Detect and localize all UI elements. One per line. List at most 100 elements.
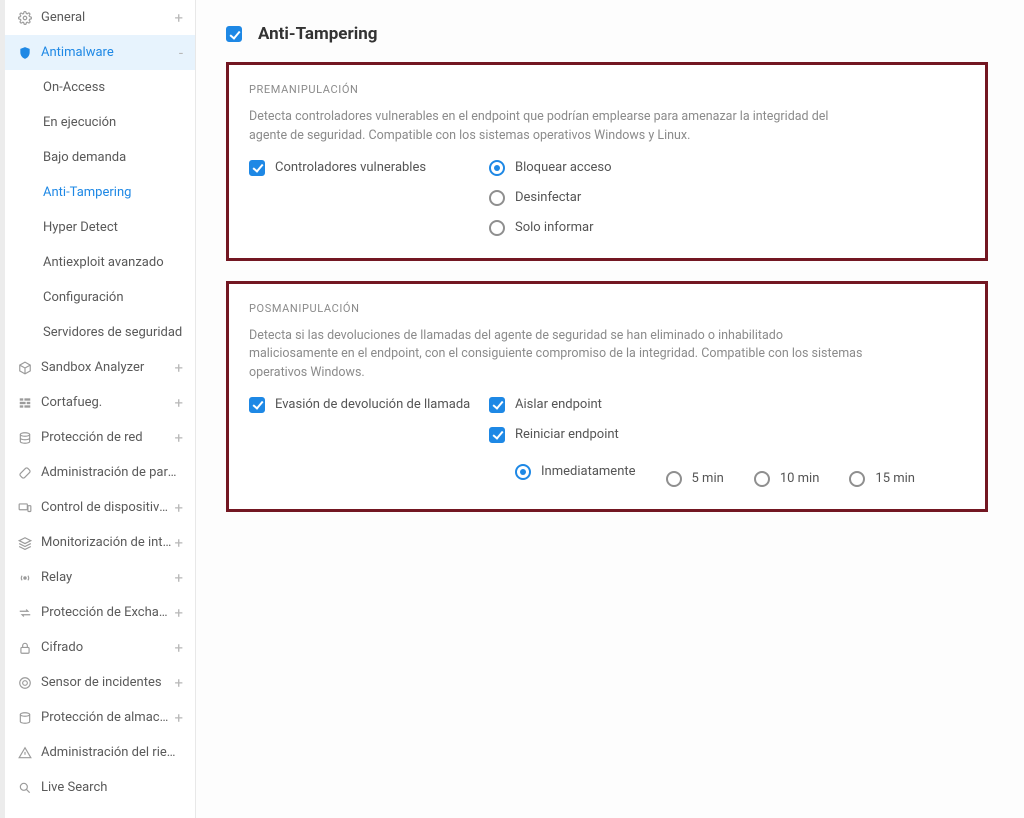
expand-icon[interactable]: +	[172, 709, 185, 727]
sidebar-sub-onaccess[interactable]: On-Access	[5, 70, 195, 105]
restart-endpoint-checkbox[interactable]	[489, 427, 505, 443]
vulnerable-drivers-label: Controladores vulnerables	[275, 160, 426, 175]
stack-icon	[17, 430, 33, 446]
sidebar-sub-hyperdetect[interactable]: Hyper Detect	[5, 210, 195, 245]
expand-icon[interactable]: +	[172, 359, 185, 377]
radio-disinfect[interactable]: Desinfectar	[489, 190, 965, 206]
pre-tamper-description: Detecta controladores vulnerables en el …	[249, 108, 869, 146]
enable-antitampering-checkbox[interactable]	[226, 26, 242, 42]
search-icon	[17, 780, 33, 796]
expand-icon[interactable]: +	[172, 569, 185, 587]
sidebar-item-label: Protección de almacena...	[41, 710, 172, 725]
sidebar-sub-configuracion[interactable]: Configuración	[5, 280, 195, 315]
pre-tamper-panel: PREMANIPULACIÓN Detecta controladores vu…	[226, 62, 988, 261]
radio-label: Bloquear acceso	[515, 160, 612, 175]
gear-icon	[17, 10, 33, 26]
expand-icon[interactable]: +	[172, 429, 185, 447]
sidebar-item-label: Protección de red	[41, 430, 172, 445]
cube-icon	[17, 360, 33, 376]
sidebar-item-label: Cifrado	[41, 640, 172, 655]
sidebar-item-patches[interactable]: Administración de parches	[5, 455, 195, 490]
radio-immediately[interactable]: Inmediatamente	[515, 464, 636, 480]
radio-input[interactable]	[489, 160, 505, 176]
radio-report-only[interactable]: Solo informar	[489, 220, 965, 236]
callback-evasion-checkbox[interactable]	[249, 397, 265, 413]
collapse-icon[interactable]: -	[177, 44, 185, 62]
radio-input[interactable]	[515, 464, 531, 480]
sidebar-item-general[interactable]: General +	[5, 0, 195, 35]
expand-icon[interactable]: +	[172, 394, 185, 412]
radio-block-access[interactable]: Bloquear acceso	[489, 160, 965, 176]
pre-action-radios: Bloquear acceso Desinfectar Solo informa…	[489, 160, 965, 236]
relay-icon	[17, 570, 33, 586]
expand-icon[interactable]: +	[172, 534, 185, 552]
sidebar-item-relay[interactable]: Relay +	[5, 560, 195, 595]
sidebar-item-incidents[interactable]: Sensor de incidentes +	[5, 665, 195, 700]
sidebar-sub-enejecucion[interactable]: En ejecución	[5, 105, 195, 140]
radio-15min[interactable]: 15 min	[849, 471, 915, 487]
sidebar-sub-antitampering[interactable]: Anti-Tampering	[5, 175, 195, 210]
page-header: Anti-Tampering	[226, 24, 988, 44]
radio-input[interactable]	[489, 190, 505, 206]
radio-10min[interactable]: 10 min	[754, 471, 820, 487]
sidebar-item-antimalware[interactable]: Antimalware -	[5, 35, 195, 70]
sidebar-item-livesearch[interactable]: Live Search	[5, 770, 195, 805]
radio-input[interactable]	[666, 471, 682, 487]
sidebar-item-label: Sensor de incidentes	[41, 675, 172, 690]
sidebar-item-label: Sandbox Analyzer	[41, 360, 172, 375]
expand-icon[interactable]: +	[172, 639, 185, 657]
post-tamper-description: Detecta si las devoluciones de llamadas …	[249, 327, 869, 383]
risk-icon	[17, 745, 33, 761]
post-tamper-heading: POSMANIPULACIÓN	[249, 302, 965, 315]
expand-icon[interactable]: +	[172, 499, 185, 517]
sidebar-item-label: Monitorización de integr...	[41, 535, 172, 550]
sidebar-item-risk[interactable]: Administración del riesgo	[5, 735, 195, 770]
radio-label: 10 min	[780, 471, 820, 486]
radar-icon	[17, 675, 33, 691]
expand-icon[interactable]: +	[172, 9, 185, 27]
pre-tamper-heading: PREMANIPULACIÓN	[249, 83, 965, 96]
sidebar-item-label: Antimalware	[41, 45, 177, 60]
sidebar-item-sandbox[interactable]: Sandbox Analyzer +	[5, 350, 195, 385]
sidebar-item-label: General	[41, 10, 172, 25]
sidebar-item-label: Live Search	[41, 780, 181, 795]
radio-label: 5 min	[692, 471, 724, 486]
post-actions-col: Aislar endpoint Reiniciar endpoint Inmed…	[489, 397, 965, 487]
patch-icon	[17, 465, 33, 481]
sidebar-item-integmon[interactable]: Monitorización de integr... +	[5, 525, 195, 560]
sidebar-item-netprot[interactable]: Protección de red +	[5, 420, 195, 455]
firewall-icon	[17, 395, 33, 411]
sidebar-sub-bajodemanda[interactable]: Bajo demanda	[5, 140, 195, 175]
exchange-icon	[17, 605, 33, 621]
sidebar-item-devcontrol[interactable]: Control de dispositivos +	[5, 490, 195, 525]
radio-label: Solo informar	[515, 220, 594, 235]
sidebar-item-label: Protección de Exchange	[41, 605, 172, 620]
radio-input[interactable]	[489, 220, 505, 236]
expand-icon[interactable]: +	[172, 674, 185, 692]
isolate-endpoint-label: Aislar endpoint	[515, 397, 602, 412]
layers-icon	[17, 535, 33, 551]
vulnerable-drivers-option: Controladores vulnerables	[249, 160, 479, 176]
sidebar-item-encryption[interactable]: Cifrado +	[5, 630, 195, 665]
radio-input[interactable]	[754, 471, 770, 487]
sidebar-item-label: Relay	[41, 570, 172, 585]
page-title: Anti-Tampering	[258, 24, 377, 44]
expand-icon[interactable]: +	[172, 604, 185, 622]
radio-label: Inmediatamente	[541, 464, 636, 479]
lock-icon	[17, 640, 33, 656]
sidebar-sub-servidores[interactable]: Servidores de seguridad	[5, 315, 195, 350]
vulnerable-drivers-checkbox[interactable]	[249, 160, 265, 176]
sidebar-item-exchange[interactable]: Protección de Exchange +	[5, 595, 195, 630]
radio-5min[interactable]: 5 min	[666, 471, 724, 487]
radio-input[interactable]	[849, 471, 865, 487]
sidebar-item-label: Control de dispositivos	[41, 500, 172, 515]
storage-icon	[17, 710, 33, 726]
sidebar-sub-antiexploit[interactable]: Antiexploit avanzado	[5, 245, 195, 280]
sidebar-item-storage[interactable]: Protección de almacena... +	[5, 700, 195, 735]
callback-evasion-label: Evasión de devolución de llamada	[275, 397, 470, 412]
shield-icon	[17, 45, 33, 61]
radio-label: 15 min	[875, 471, 915, 486]
sidebar-item-firewall[interactable]: Cortafueg. +	[5, 385, 195, 420]
restart-endpoint-option: Reiniciar endpoint	[489, 427, 965, 443]
isolate-endpoint-checkbox[interactable]	[489, 397, 505, 413]
